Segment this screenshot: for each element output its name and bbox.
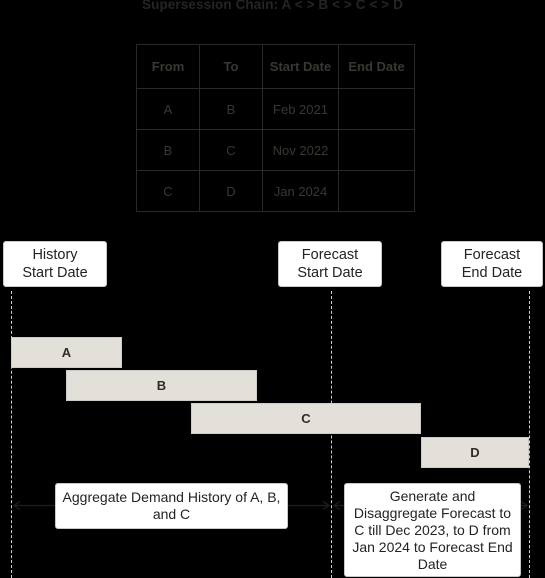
gantt-bar-label: B xyxy=(156,378,167,393)
column-header-to: To xyxy=(199,44,263,89)
gantt-bar-label: D xyxy=(470,445,480,460)
milestone-label: Forecast Start Date xyxy=(297,246,362,282)
gantt-bar-label: C xyxy=(301,411,311,426)
milestone-history-start-date: History Start Date xyxy=(3,241,107,287)
milestone-label-line2: End Date xyxy=(461,265,523,281)
column-header-end-date: End Date xyxy=(338,44,415,89)
milestone-label-line2: Start Date xyxy=(297,265,363,281)
table-row: C D Jan 2024 xyxy=(136,170,415,212)
milestone-forecast-start-date: Forecast Start Date xyxy=(278,241,382,287)
cell-end-date xyxy=(338,170,415,212)
cell-from: B xyxy=(136,129,200,171)
cell-end-date xyxy=(338,88,415,130)
guide-line-forecast-start xyxy=(331,291,332,578)
table-row: A B Feb 2021 xyxy=(136,88,415,130)
cell-from: A xyxy=(136,88,200,130)
cell-start-date: Feb 2021 xyxy=(262,88,339,130)
milestone-label-line2: Start Date xyxy=(22,265,88,281)
description-text: Generate and Disaggregate Forecast to C … xyxy=(352,487,513,572)
cell-start-date: Nov 2022 xyxy=(262,129,339,171)
description-generate-forecast: Generate and Disaggregate Forecast to C … xyxy=(344,483,521,577)
diagram-canvas: Supersession Chain: A < > B < > C < > D … xyxy=(0,0,545,578)
gantt-bar-label: A xyxy=(61,345,72,360)
table-header-row: From To Start Date End Date xyxy=(136,44,415,89)
milestone-forecast-end-date: Forecast End Date xyxy=(441,241,543,287)
milestone-label: History Start Date xyxy=(22,246,87,282)
cell-to: D xyxy=(199,170,263,212)
table-row: B C Nov 2022 xyxy=(136,129,415,171)
column-header-from: From xyxy=(136,44,200,89)
milestone-label-line1: History xyxy=(32,247,78,263)
gantt-bar-d: D xyxy=(421,437,529,468)
cell-from: C xyxy=(136,170,200,212)
cell-end-date xyxy=(338,129,415,171)
cell-start-date: Jan 2024 xyxy=(262,170,339,212)
gantt-bar-b: B xyxy=(66,370,257,401)
guide-line-history-start xyxy=(11,291,12,578)
column-header-start-date: Start Date xyxy=(262,44,339,89)
milestone-label: Forecast End Date xyxy=(462,246,522,282)
cell-to: B xyxy=(199,88,263,130)
milestone-label-line1: Forecast xyxy=(301,247,359,263)
gantt-bar-c: C xyxy=(191,403,421,434)
page-title: Supersession Chain: A < > B < > C < > D xyxy=(142,0,403,12)
cell-to: C xyxy=(199,129,263,171)
gantt-bar-a: A xyxy=(11,337,122,368)
supersession-table: From To Start Date End Date A B Feb 2021… xyxy=(136,44,415,212)
milestone-label-line1: Forecast xyxy=(463,247,521,263)
guide-line-forecast-end xyxy=(529,291,530,578)
description-text: Aggregate Demand History of A, B, and C xyxy=(62,489,281,522)
description-aggregate-history: Aggregate Demand History of A, B, and C xyxy=(55,483,288,529)
